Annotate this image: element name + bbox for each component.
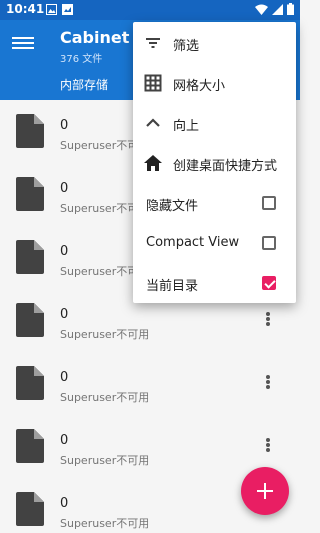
file-name: 0 [60, 118, 69, 133]
file-icon [16, 303, 44, 337]
file-name: 0 [60, 496, 69, 511]
current-directory-checkbox[interactable] [262, 276, 276, 290]
gallery-notification-icon [46, 4, 57, 15]
app-title: Cabinet [60, 28, 130, 47]
grid-icon [144, 74, 162, 92]
file-icon [16, 492, 44, 526]
menu-item-filter[interactable]: 筛选 [133, 23, 296, 63]
notification-icons [46, 4, 73, 15]
compact-view-checkbox[interactable] [262, 236, 276, 250]
file-name: 0 [60, 244, 69, 259]
system-icons [255, 3, 294, 18]
menu-item-hidden-files[interactable]: 隐藏文件 [133, 183, 296, 223]
file-icon [16, 429, 44, 463]
add-fab-button[interactable] [241, 467, 289, 515]
file-name: 0 [60, 307, 69, 322]
file-name: 0 [60, 370, 69, 385]
menu-item-label: 创建桌面快捷方式 [173, 159, 278, 174]
file-detail: Superuser不可用 [60, 328, 150, 341]
chevron-up-icon [146, 118, 160, 127]
hidden-files-checkbox[interactable] [262, 196, 276, 210]
more-options-icon[interactable] [264, 437, 272, 455]
menu-item-label: 筛选 [173, 39, 200, 54]
file-detail: Superuser不可用 [60, 517, 150, 530]
menu-item-label: 向上 [173, 119, 200, 134]
list-item[interactable]: 0 Superuser不可用 [0, 352, 300, 415]
menu-item-compact-view[interactable]: Compact View [133, 223, 296, 263]
menu-item-up[interactable]: 向上 [133, 103, 296, 143]
more-options-icon[interactable] [264, 374, 272, 392]
overflow-menu: 筛选 网格大小 向上 创建桌面快捷方式 隐藏文件 Compact View 当前… [133, 22, 296, 303]
status-time: 10:41 [6, 2, 45, 16]
home-icon [144, 155, 162, 171]
menu-item-current-directory[interactable]: 当前目录 [133, 263, 296, 303]
file-name: 0 [60, 181, 69, 196]
breadcrumb[interactable]: 内部存储 [60, 76, 108, 93]
file-icon [16, 114, 44, 148]
signal-icon [272, 3, 283, 18]
more-options-icon[interactable] [264, 311, 272, 329]
filter-icon [146, 38, 160, 48]
file-count: 376 文件 [60, 54, 103, 65]
image-notification-icon [62, 4, 73, 15]
file-name: 0 [60, 433, 69, 448]
battery-icon [287, 3, 294, 18]
status-bar: 10:41 [0, 0, 300, 20]
wifi-icon [255, 4, 268, 18]
menu-item-label: 网格大小 [173, 79, 226, 94]
file-detail: Superuser不可用 [60, 454, 150, 467]
hamburger-menu-icon[interactable] [12, 34, 34, 54]
menu-item-label: 当前目录 [146, 279, 199, 294]
menu-item-create-shortcut[interactable]: 创建桌面快捷方式 [133, 143, 296, 183]
menu-item-label: 隐藏文件 [146, 199, 199, 214]
file-detail: Superuser不可用 [60, 391, 150, 404]
file-icon [16, 177, 44, 211]
file-icon [16, 240, 44, 274]
menu-item-grid-size[interactable]: 网格大小 [133, 63, 296, 103]
file-icon [16, 366, 44, 400]
menu-item-label: Compact View [146, 235, 240, 250]
